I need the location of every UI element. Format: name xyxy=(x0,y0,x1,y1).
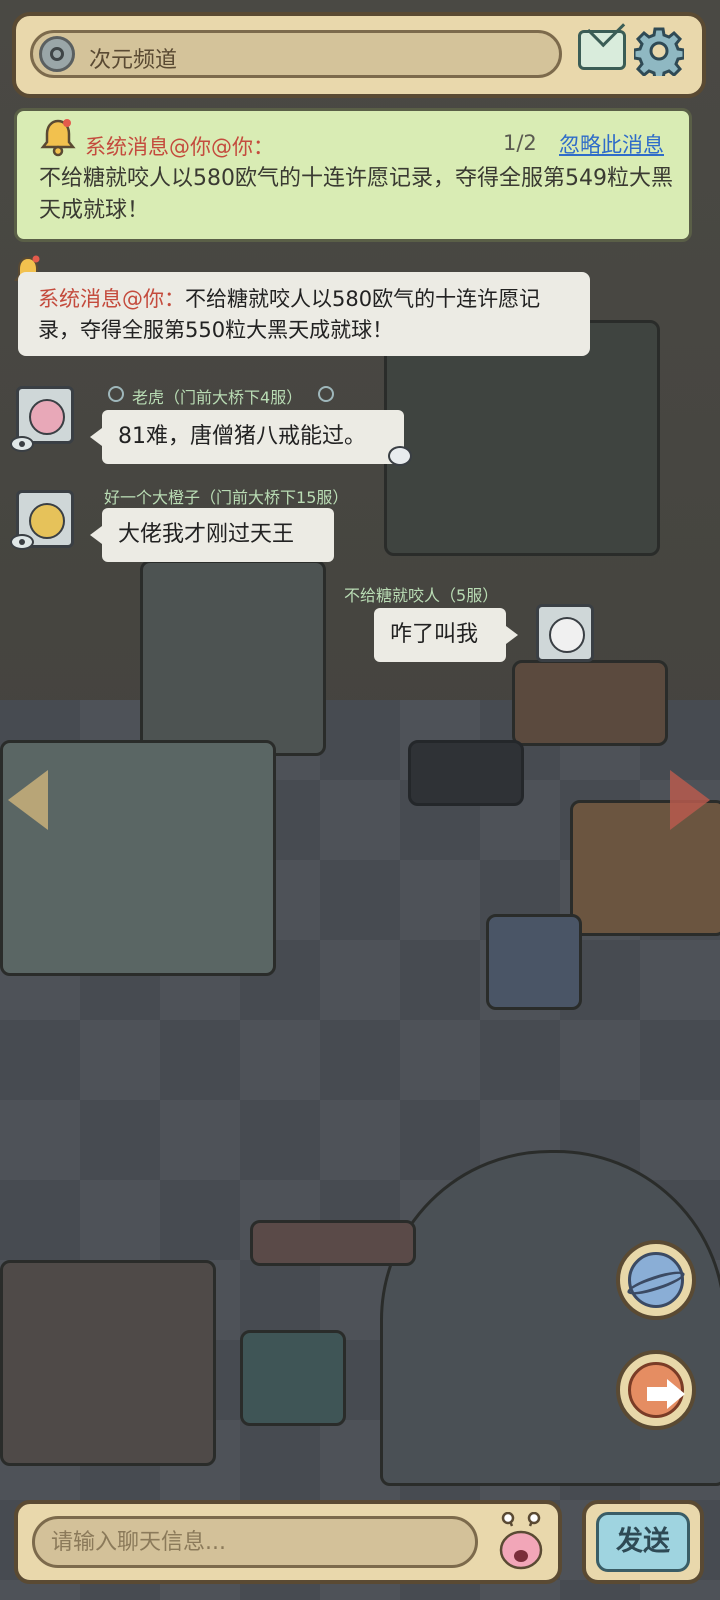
top-bar: 次元频道 xyxy=(12,12,706,98)
sender-name: 好一个大橙子（门前大桥下15服） xyxy=(104,484,348,508)
pipe-prop xyxy=(250,1220,416,1266)
eye-icon[interactable] xyxy=(10,436,34,452)
chat-bubble[interactable]: 81难，唐僧猪八戒能过。 xyxy=(90,410,404,464)
send-button[interactable]: 发送 xyxy=(596,1512,690,1572)
avatar-face xyxy=(29,399,65,435)
scene-left-arrow[interactable] xyxy=(8,770,48,830)
channel-selector[interactable]: 次元频道 xyxy=(30,30,562,78)
planet-button[interactable] xyxy=(616,1240,696,1320)
chat-input[interactable] xyxy=(32,1516,478,1568)
chat-system-message-text: 系统消息@你：不给糖就咬人以580欧气的十连许愿记录，夺得全服第550粒大黑天成… xyxy=(38,284,578,346)
arrow-right-icon xyxy=(628,1362,685,1418)
gear-icon[interactable] xyxy=(634,26,684,76)
channel-label: 次元频道 xyxy=(89,48,178,73)
sender-nickname: 不给糖就咬人 xyxy=(344,586,441,605)
arcade-machine-prop xyxy=(140,560,326,756)
sender-server: （5服） xyxy=(440,586,499,605)
robot-prop xyxy=(486,914,582,1010)
sender-name: 老虎（门前大桥下4服） xyxy=(132,384,302,408)
chat-system-message: 系统消息@你：不给糖就咬人以580欧气的十连许愿记录，夺得全服第550粒大黑天成… xyxy=(18,272,590,356)
sender-nickname: 老虎 xyxy=(132,388,165,407)
bubble-deco-icon xyxy=(388,446,412,466)
sender-badge-icon xyxy=(108,386,124,402)
sender-server: （门前大桥下4服） xyxy=(164,388,303,407)
floor-vent-prop xyxy=(408,740,524,806)
scene-right-arrow[interactable] xyxy=(670,770,710,830)
mail-icon[interactable] xyxy=(578,30,626,70)
reactor-dome-prop xyxy=(380,1150,720,1486)
chat-bubble[interactable]: 咋了叫我 xyxy=(374,608,518,662)
chat-bubble[interactable]: 大佬我才刚过天王 xyxy=(90,508,334,562)
avatar-face xyxy=(549,617,585,653)
eye-icon[interactable] xyxy=(10,534,34,550)
bucket-prop xyxy=(240,1330,346,1426)
sender-badge-icon xyxy=(318,386,334,402)
avatar[interactable] xyxy=(536,604,594,662)
channel-icon xyxy=(39,36,75,72)
next-button[interactable] xyxy=(616,1350,696,1430)
chat-input-bar xyxy=(14,1500,562,1584)
sender-name: 不给糖就咬人（5服） xyxy=(344,582,498,606)
avatar-face xyxy=(29,503,65,539)
sender-nickname: 好一个大橙子 xyxy=(104,488,201,507)
system-notice-body: 不给糖就咬人以580欧气的十连许愿记录，夺得全服第549粒大黑天成就球！ xyxy=(39,166,673,223)
machine-prop xyxy=(0,1260,216,1466)
system-notice-banner: 系统消息@你@你： 1/2 忽略此消息 不给糖就咬人以580欧气的十连许愿记录，… xyxy=(14,108,692,242)
ignore-message-link[interactable]: 忽略此消息 xyxy=(559,129,664,159)
arrow-head xyxy=(667,1379,685,1409)
system-notice-title: 系统消息@你@你： xyxy=(85,135,274,159)
bell-icon xyxy=(40,119,76,157)
sender-server: （门前大桥下15服） xyxy=(200,488,349,507)
chat-system-message-title: 系统消息@你： xyxy=(38,287,185,311)
arrow-shaft xyxy=(647,1387,669,1401)
send-button-frame: 发送 xyxy=(582,1500,704,1584)
notice-pager: 1/2 xyxy=(503,131,537,155)
table-prop xyxy=(512,660,668,746)
emoji-icon[interactable] xyxy=(494,1512,548,1572)
